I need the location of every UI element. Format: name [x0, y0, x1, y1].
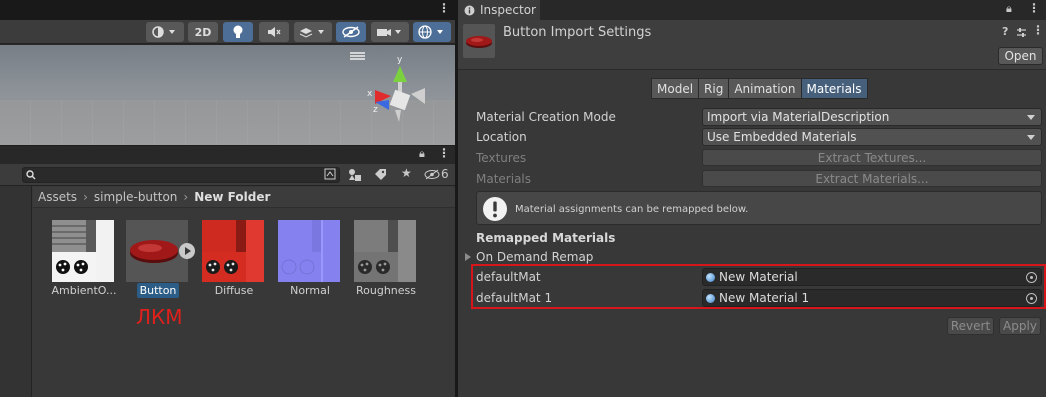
inspector-tab-bar: Inspector 🔒︎ ⋮ — [458, 0, 1046, 20]
more-options-icon[interactable]: ⋮ — [1032, 23, 1044, 37]
svg-text:z: z — [373, 105, 378, 115]
open-button[interactable]: Open — [998, 47, 1043, 65]
hidden-count: 6 — [441, 167, 449, 181]
asset-label: Normal — [290, 284, 330, 297]
asset-label: Diffuse — [214, 284, 254, 297]
breadcrumb-new-folder[interactable]: New Folder — [194, 190, 270, 204]
breadcrumb-simple-button[interactable]: simple-button — [94, 190, 178, 204]
breadcrumb: Assets › simple-button › New Folder — [33, 187, 455, 208]
project-toolbar: ★ 6 — [0, 164, 455, 186]
help-icon[interactable]: ? — [1002, 25, 1008, 38]
lighting-toggle-button[interactable] — [223, 22, 253, 42]
help-text: Material assignments can be remapped bel… — [515, 204, 749, 215]
svg-text:y: y — [397, 55, 403, 65]
search-by-type-icon[interactable] — [324, 168, 336, 180]
scene-visibility-button[interactable] — [336, 22, 366, 42]
tab-inspector[interactable]: Inspector — [458, 0, 540, 20]
foldout-arrow-icon[interactable] — [465, 253, 471, 261]
tab-inspector-label: Inspector — [480, 3, 536, 17]
lock-icon[interactable]: 🔒︎ — [1006, 2, 1012, 16]
tab-model[interactable]: Model — [651, 78, 700, 99]
effects-toggle-button[interactable] — [294, 22, 332, 42]
project-tab-bar: 🔒︎ ⋮ — [0, 146, 455, 164]
toggle-2d-button[interactable]: 2D — [188, 22, 218, 42]
breadcrumb-assets[interactable]: Assets — [38, 190, 77, 204]
extract-materials-button[interactable]: Extract Materials... — [702, 170, 1042, 187]
layers-icon — [299, 28, 324, 38]
material-creation-mode-value: Import via MaterialDescription — [707, 110, 890, 124]
material-creation-mode-dropdown[interactable]: Import via MaterialDescription — [702, 108, 1042, 126]
favorite-star-icon[interactable]: ★ — [401, 166, 412, 180]
scene-tab-bar: ⋮ — [0, 0, 455, 20]
folder-tree-pane[interactable] — [0, 186, 32, 397]
annotation-text: ЛКМ — [136, 305, 183, 329]
lock-icon[interactable]: 🔒︎ — [419, 147, 425, 161]
expand-play-icon[interactable] — [179, 243, 195, 259]
asset-label: Roughness — [355, 284, 416, 297]
inspector-window: Inspector 🔒︎ ⋮ Button Import Settings ? … — [458, 0, 1046, 397]
help-box: Material assignments can be remapped bel… — [476, 191, 1042, 225]
page-title: Button Import Settings — [503, 25, 652, 40]
normal-map-texture-icon — [278, 220, 340, 282]
scene-toolbar: 2D — [0, 20, 455, 44]
camera-icon — [377, 29, 401, 36]
camera-button[interactable] — [371, 22, 409, 42]
info-exclamation-icon — [483, 197, 507, 221]
speaker-muted-icon — [268, 27, 281, 37]
chevron-right-icon: › — [183, 190, 189, 204]
project-window: 🔒︎ ⋮ ★ 6 Assets › simple-button › New Fo… — [0, 146, 455, 397]
tab-materials[interactable]: Materials — [800, 78, 868, 99]
chevron-down-icon — [1027, 115, 1035, 120]
material-creation-mode-label: Material Creation Mode — [476, 110, 616, 124]
tab-animation[interactable]: Animation — [728, 78, 802, 99]
audio-toggle-button[interactable] — [259, 22, 289, 42]
gizmos-button[interactable] — [413, 22, 451, 42]
extract-textures-button[interactable]: Extract Textures... — [702, 149, 1042, 166]
svg-text:x: x — [367, 89, 373, 99]
shading-mode-button[interactable] — [146, 22, 184, 42]
orientation-gizmo-icon[interactable]: z y x — [345, 48, 445, 140]
lightbulb-icon — [233, 25, 243, 38]
materials-label: Materials — [476, 172, 532, 186]
chevron-right-icon: › — [83, 190, 88, 204]
model-preview-icon — [463, 24, 495, 58]
label-tag-icon[interactable] — [374, 168, 387, 181]
eye-crossed-icon — [342, 26, 360, 38]
more-options-icon[interactable]: ⋮ — [438, 146, 450, 160]
location-dropdown[interactable]: Use Embedded Materials — [702, 128, 1042, 146]
on-demand-remap-foldout[interactable]: On Demand Remap — [476, 250, 593, 264]
location-label: Location — [476, 130, 527, 144]
asset-label: AmbientO... — [51, 284, 117, 297]
remapped-materials-heading: Remapped Materials — [476, 231, 616, 245]
highlight-box — [471, 264, 1046, 309]
asset-label: Button — [136, 283, 180, 298]
presets-sliders-icon[interactable] — [1016, 27, 1027, 38]
search-input[interactable] — [22, 167, 340, 183]
revert-button[interactable]: Revert — [947, 317, 994, 335]
shading-sphere-icon — [152, 26, 175, 38]
textures-label: Textures — [476, 151, 527, 165]
hidden-packages-icon[interactable] — [424, 169, 440, 180]
globe-icon — [418, 25, 443, 39]
import-tabs: Model Rig Animation Materials — [651, 78, 868, 99]
more-options-icon[interactable]: ⋮ — [1028, 1, 1040, 15]
roughness-texture-icon — [354, 220, 416, 282]
tab-rig[interactable]: Rig — [698, 78, 730, 99]
filter-by-type-icon[interactable] — [348, 168, 362, 181]
scene-view: ⋮ 2D z y x — [0, 0, 455, 145]
more-options-icon[interactable]: ⋮ — [438, 1, 450, 15]
diffuse-texture-icon — [202, 220, 264, 282]
search-icon — [26, 170, 36, 180]
inspector-header: Button Import Settings ? ⋮ Open — [458, 20, 1046, 70]
chevron-down-icon — [1027, 135, 1035, 140]
apply-button[interactable]: Apply — [999, 317, 1041, 335]
location-value: Use Embedded Materials — [707, 130, 857, 144]
info-icon — [464, 5, 475, 15]
ambient-occlusion-texture-icon — [52, 220, 114, 282]
